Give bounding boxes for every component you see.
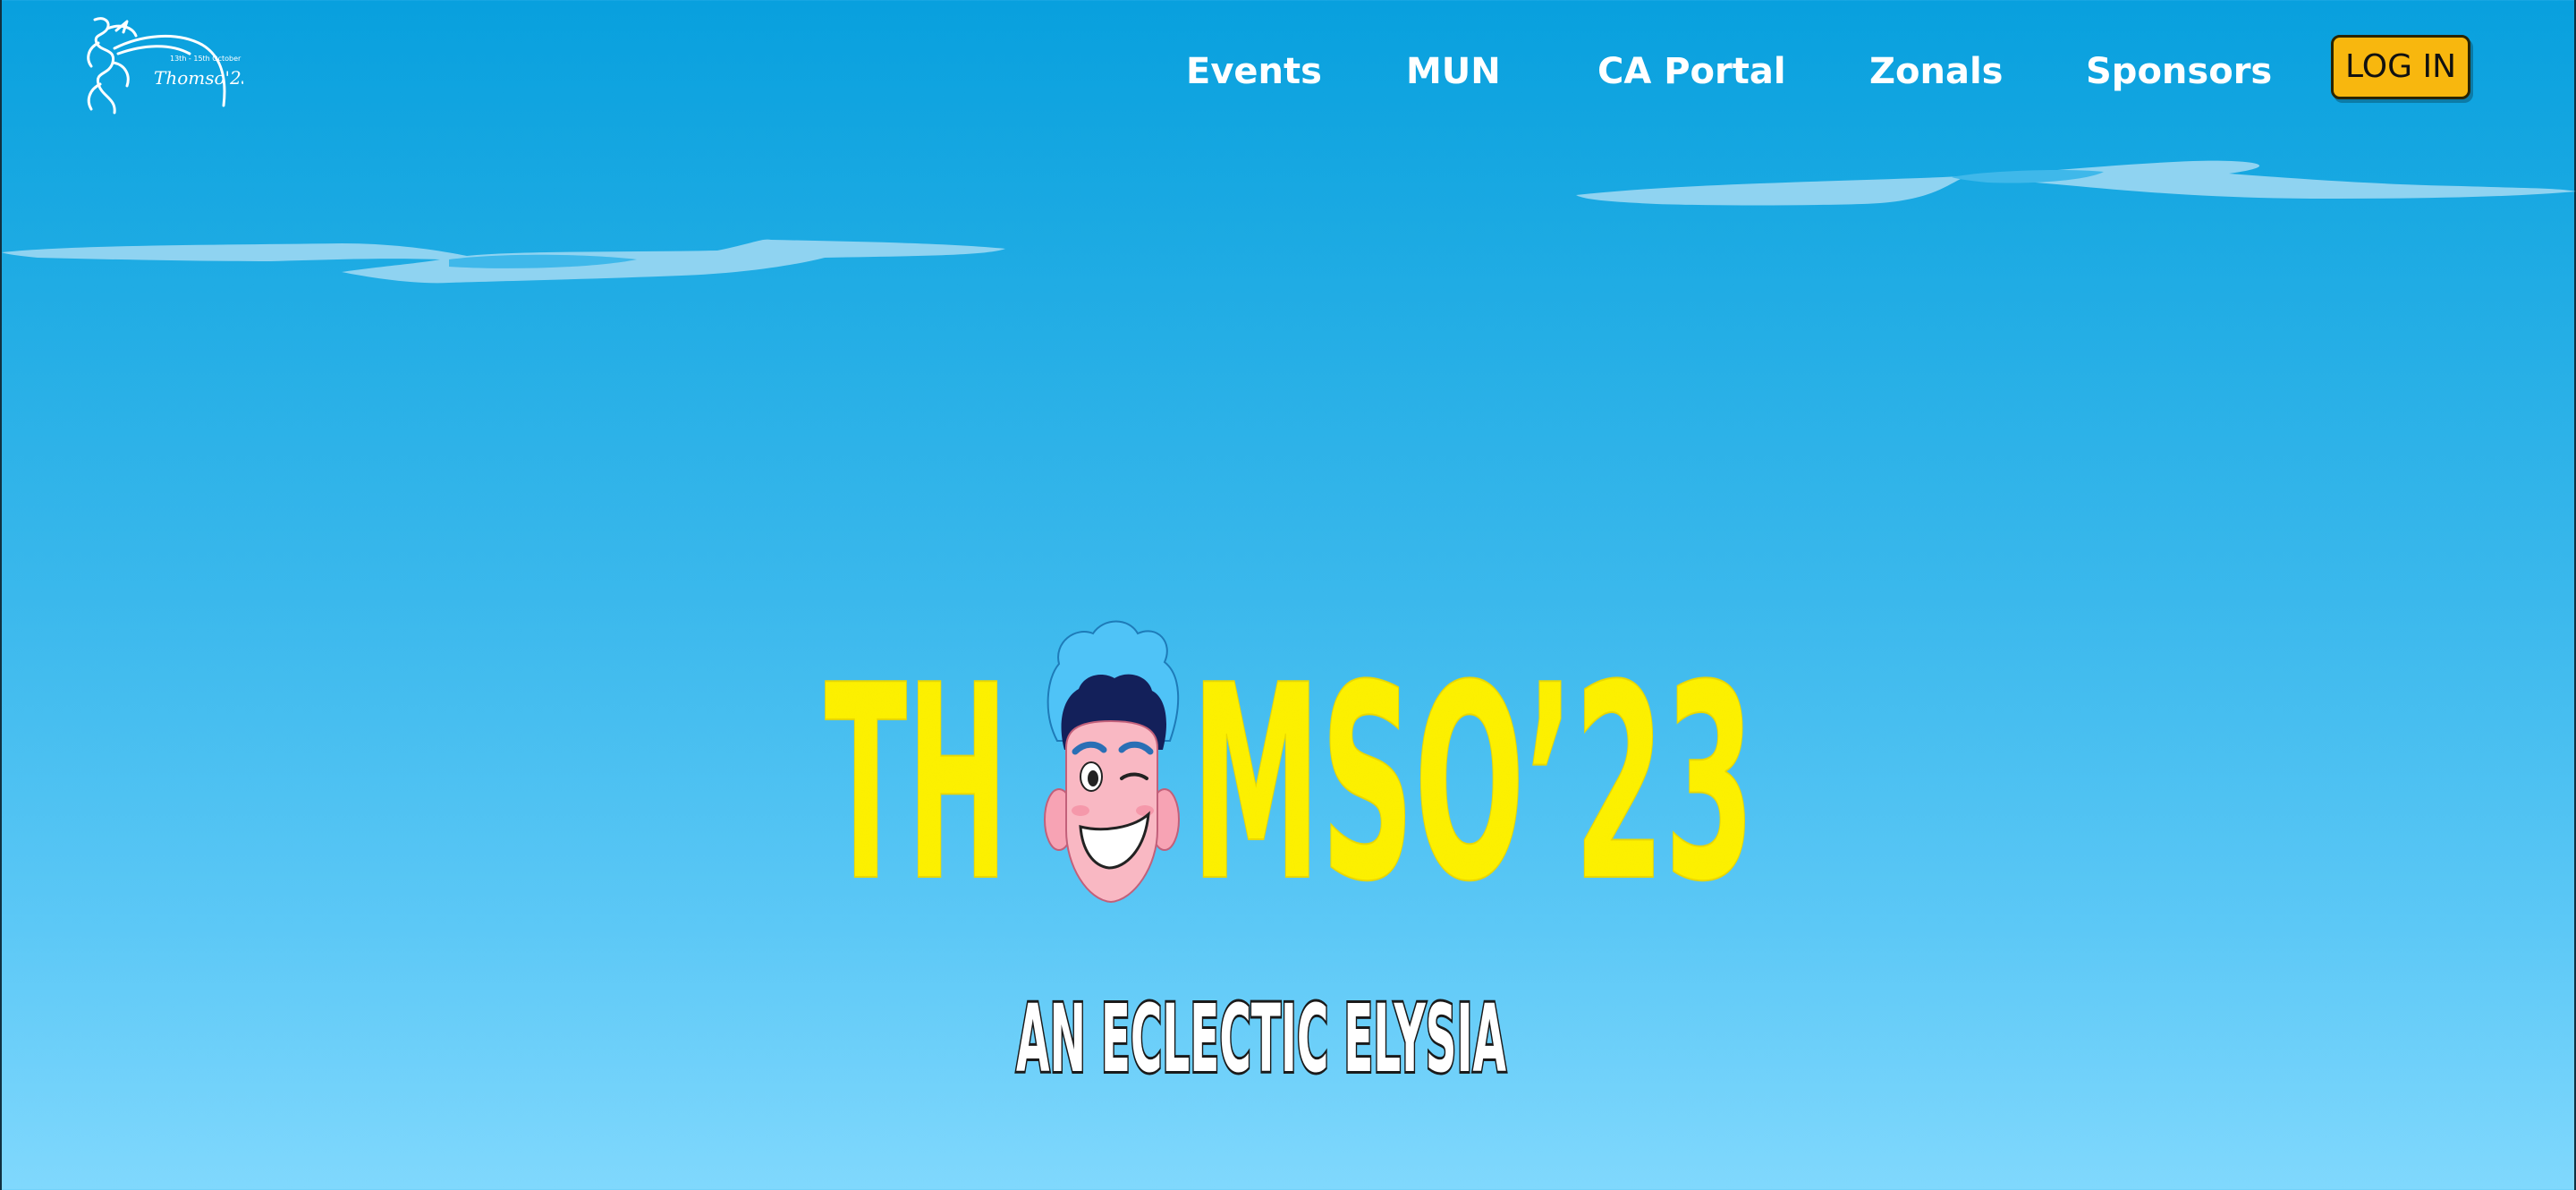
nav-link-zonals[interactable]: Zonals xyxy=(1869,47,2003,97)
login-button[interactable]: LOG IN xyxy=(2331,35,2470,99)
cloud-right-icon xyxy=(1576,160,2576,206)
page: 13th - 15th October Thomso'23 Events MUN… xyxy=(2,0,2576,1190)
title-th-text: TH xyxy=(825,628,1008,913)
tagline-text: AN ECLECTIC ELYSIA xyxy=(1016,984,1506,1087)
title-mso23-text: MSO’23 xyxy=(1191,628,1755,913)
main-nav: Events MUN CA Portal Zonals Sponsors xyxy=(2,47,2576,100)
cloud-left-icon xyxy=(2,239,1005,284)
tagline: AN ECLECTIC ELYSIA xyxy=(1013,971,1513,1087)
hero-title: TH MSO’23 xyxy=(825,608,1764,913)
nav-link-mun[interactable]: MUN xyxy=(1406,47,1501,97)
nav-link-ca-portal[interactable]: CA Portal xyxy=(1597,47,1786,97)
nav-link-sponsors[interactable]: Sponsors xyxy=(2086,47,2272,97)
nav-link-events[interactable]: Events xyxy=(1186,47,1322,97)
mascot-face-icon xyxy=(1044,620,1180,904)
